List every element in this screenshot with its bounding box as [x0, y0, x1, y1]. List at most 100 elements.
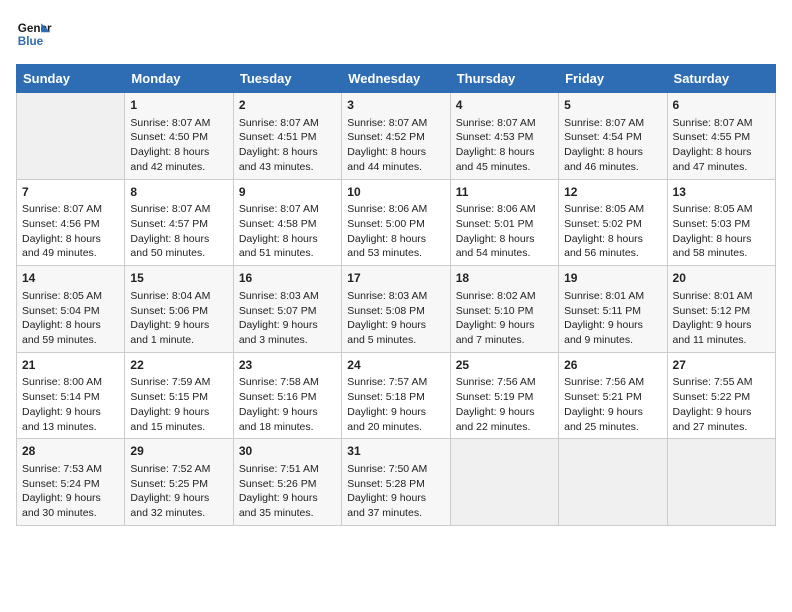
day-info: Sunrise: 8:03 AMSunset: 5:07 PMDaylight:… [239, 289, 336, 348]
day-number: 23 [239, 357, 336, 374]
day-number: 24 [347, 357, 444, 374]
day-number: 3 [347, 97, 444, 114]
day-info: Sunrise: 8:07 AMSunset: 4:52 PMDaylight:… [347, 116, 444, 175]
page-header: General Blue [16, 16, 776, 52]
weekday-header-thursday: Thursday [450, 65, 558, 93]
day-number: 15 [130, 270, 227, 287]
calendar-cell: 11Sunrise: 8:06 AMSunset: 5:01 PMDayligh… [450, 179, 558, 266]
calendar-cell: 15 Sunrise: 8:04 AMSunset: 5:06 PMDayligh… [125, 266, 233, 353]
day-info: Sunrise: 7:50 AMSunset: 5:28 PMDaylight:… [347, 462, 444, 521]
calendar-cell: 8Sunrise: 8:07 AMSunset: 4:57 PMDaylight… [125, 179, 233, 266]
calendar-cell: 17Sunrise: 8:03 AMSunset: 5:08 PMDayligh… [342, 266, 450, 353]
calendar-cell [559, 439, 667, 526]
logo: General Blue [16, 16, 56, 52]
calendar-header: SundayMondayTuesdayWednesdayThursdayFrid… [17, 65, 776, 93]
calendar-cell: 24Sunrise: 7:57 AMSunset: 5:18 PMDayligh… [342, 352, 450, 439]
calendar-cell: 14 Sunrise: 8:05 AMSunset: 5:04 PMDayligh… [17, 266, 125, 353]
day-number: 2 [239, 97, 336, 114]
weekday-header-tuesday: Tuesday [233, 65, 341, 93]
day-info: Sunrise: 8:03 AMSunset: 5:08 PMDaylight:… [347, 289, 444, 348]
calendar-cell [17, 93, 125, 180]
calendar-cell: 1 Sunrise: 8:07 AMSunset: 4:50 PMDaylight… [125, 93, 233, 180]
day-number: 1 [130, 97, 227, 114]
day-info: Sunrise: 8:06 AMSunset: 5:00 PMDaylight:… [347, 202, 444, 261]
day-number: 28 [22, 443, 119, 460]
day-info: Sunrise: 8:04 AMSunset: 5:06 PMDaylight:… [130, 289, 227, 348]
day-number: 31 [347, 443, 444, 460]
day-number: 25 [456, 357, 553, 374]
day-info: Sunrise: 7:58 AMSunset: 5:16 PMDaylight:… [239, 375, 336, 434]
day-info: Sunrise: 7:55 AMSunset: 5:22 PMDaylight:… [673, 375, 770, 434]
day-info: Sunrise: 8:01 AMSunset: 5:11 PMDaylight:… [564, 289, 661, 348]
svg-text:General: General [18, 22, 52, 35]
weekday-header-friday: Friday [559, 65, 667, 93]
calendar-cell: 4 Sunrise: 8:07 AMSunset: 4:53 PMDaylight… [450, 93, 558, 180]
calendar-cell: 3 Sunrise: 8:07 AMSunset: 4:52 PMDaylight… [342, 93, 450, 180]
weekday-header-monday: Monday [125, 65, 233, 93]
day-number: 14 [22, 270, 119, 287]
calendar-week-2: 7Sunrise: 8:07 AMSunset: 4:56 PMDaylight… [17, 179, 776, 266]
calendar-cell: 13Sunrise: 8:05 AMSunset: 5:03 PMDayligh… [667, 179, 775, 266]
day-info: Sunrise: 8:05 AMSunset: 5:04 PMDaylight:… [22, 289, 119, 348]
calendar-cell: 9Sunrise: 8:07 AMSunset: 4:58 PMDaylight… [233, 179, 341, 266]
day-info: Sunrise: 7:56 AMSunset: 5:21 PMDaylight:… [564, 375, 661, 434]
day-info: Sunrise: 7:57 AMSunset: 5:18 PMDaylight:… [347, 375, 444, 434]
calendar-cell: 29 Sunrise: 7:52 AMSunset: 5:25 PMDayligh… [125, 439, 233, 526]
calendar-cell: 18 Sunrise: 8:02 AMSunset: 5:10 PMDayligh… [450, 266, 558, 353]
calendar-cell: 19 Sunrise: 8:01 AMSunset: 5:11 PMDayligh… [559, 266, 667, 353]
day-number: 6 [673, 97, 770, 114]
day-number: 20 [673, 270, 770, 287]
calendar-cell [450, 439, 558, 526]
day-info: Sunrise: 7:51 AMSunset: 5:26 PMDaylight:… [239, 462, 336, 521]
day-info: Sunrise: 8:07 AMSunset: 4:57 PMDaylight:… [130, 202, 227, 261]
day-info: Sunrise: 8:07 AMSunset: 4:56 PMDaylight:… [22, 202, 119, 261]
day-number: 8 [130, 184, 227, 201]
day-info: Sunrise: 8:01 AMSunset: 5:12 PMDaylight:… [673, 289, 770, 348]
day-number: 19 [564, 270, 661, 287]
calendar-cell: 22Sunrise: 7:59 AMSunset: 5:15 PMDayligh… [125, 352, 233, 439]
day-number: 29 [130, 443, 227, 460]
day-number: 9 [239, 184, 336, 201]
calendar-cell: 21Sunrise: 8:00 AMSunset: 5:14 PMDayligh… [17, 352, 125, 439]
calendar-cell: 7Sunrise: 8:07 AMSunset: 4:56 PMDaylight… [17, 179, 125, 266]
calendar-cell: 30 Sunrise: 7:51 AMSunset: 5:26 PMDayligh… [233, 439, 341, 526]
day-number: 11 [456, 184, 553, 201]
day-info: Sunrise: 8:07 AMSunset: 4:50 PMDaylight:… [130, 116, 227, 175]
day-info: Sunrise: 7:52 AMSunset: 5:25 PMDaylight:… [130, 462, 227, 521]
day-number: 4 [456, 97, 553, 114]
calendar-week-1: 1 Sunrise: 8:07 AMSunset: 4:50 PMDaylight… [17, 93, 776, 180]
svg-text:Blue: Blue [18, 35, 44, 48]
day-number: 30 [239, 443, 336, 460]
day-info: Sunrise: 8:05 AMSunset: 5:03 PMDaylight:… [673, 202, 770, 261]
day-info: Sunrise: 8:02 AMSunset: 5:10 PMDaylight:… [456, 289, 553, 348]
calendar-week-5: 28 Sunrise: 7:53 AMSunset: 5:24 PMDayligh… [17, 439, 776, 526]
day-number: 10 [347, 184, 444, 201]
calendar-table: SundayMondayTuesdayWednesdayThursdayFrid… [16, 64, 776, 526]
day-number: 26 [564, 357, 661, 374]
logo-icon: General Blue [16, 16, 52, 52]
calendar-cell: 25Sunrise: 7:56 AMSunset: 5:19 PMDayligh… [450, 352, 558, 439]
calendar-week-4: 21Sunrise: 8:00 AMSunset: 5:14 PMDayligh… [17, 352, 776, 439]
day-info: Sunrise: 7:59 AMSunset: 5:15 PMDaylight:… [130, 375, 227, 434]
day-info: Sunrise: 8:06 AMSunset: 5:01 PMDaylight:… [456, 202, 553, 261]
calendar-cell: 16 Sunrise: 8:03 AMSunset: 5:07 PMDayligh… [233, 266, 341, 353]
calendar-body: 1 Sunrise: 8:07 AMSunset: 4:50 PMDaylight… [17, 93, 776, 526]
day-number: 16 [239, 270, 336, 287]
day-info: Sunrise: 7:53 AMSunset: 5:24 PMDaylight:… [22, 462, 119, 521]
weekday-row: SundayMondayTuesdayWednesdayThursdayFrid… [17, 65, 776, 93]
calendar-cell: 6Sunrise: 8:07 AMSunset: 4:55 PMDaylight… [667, 93, 775, 180]
calendar-cell [667, 439, 775, 526]
day-info: Sunrise: 8:07 AMSunset: 4:53 PMDaylight:… [456, 116, 553, 175]
calendar-cell: 26Sunrise: 7:56 AMSunset: 5:21 PMDayligh… [559, 352, 667, 439]
day-number: 22 [130, 357, 227, 374]
day-number: 12 [564, 184, 661, 201]
calendar-cell: 2Sunrise: 8:07 AMSunset: 4:51 PMDaylight… [233, 93, 341, 180]
day-number: 27 [673, 357, 770, 374]
calendar-cell: 10Sunrise: 8:06 AMSunset: 5:00 PMDayligh… [342, 179, 450, 266]
day-info: Sunrise: 7:56 AMSunset: 5:19 PMDaylight:… [456, 375, 553, 434]
day-number: 18 [456, 270, 553, 287]
calendar-cell: 28 Sunrise: 7:53 AMSunset: 5:24 PMDayligh… [17, 439, 125, 526]
calendar-cell: 23Sunrise: 7:58 AMSunset: 5:16 PMDayligh… [233, 352, 341, 439]
day-info: Sunrise: 8:00 AMSunset: 5:14 PMDaylight:… [22, 375, 119, 434]
day-number: 7 [22, 184, 119, 201]
